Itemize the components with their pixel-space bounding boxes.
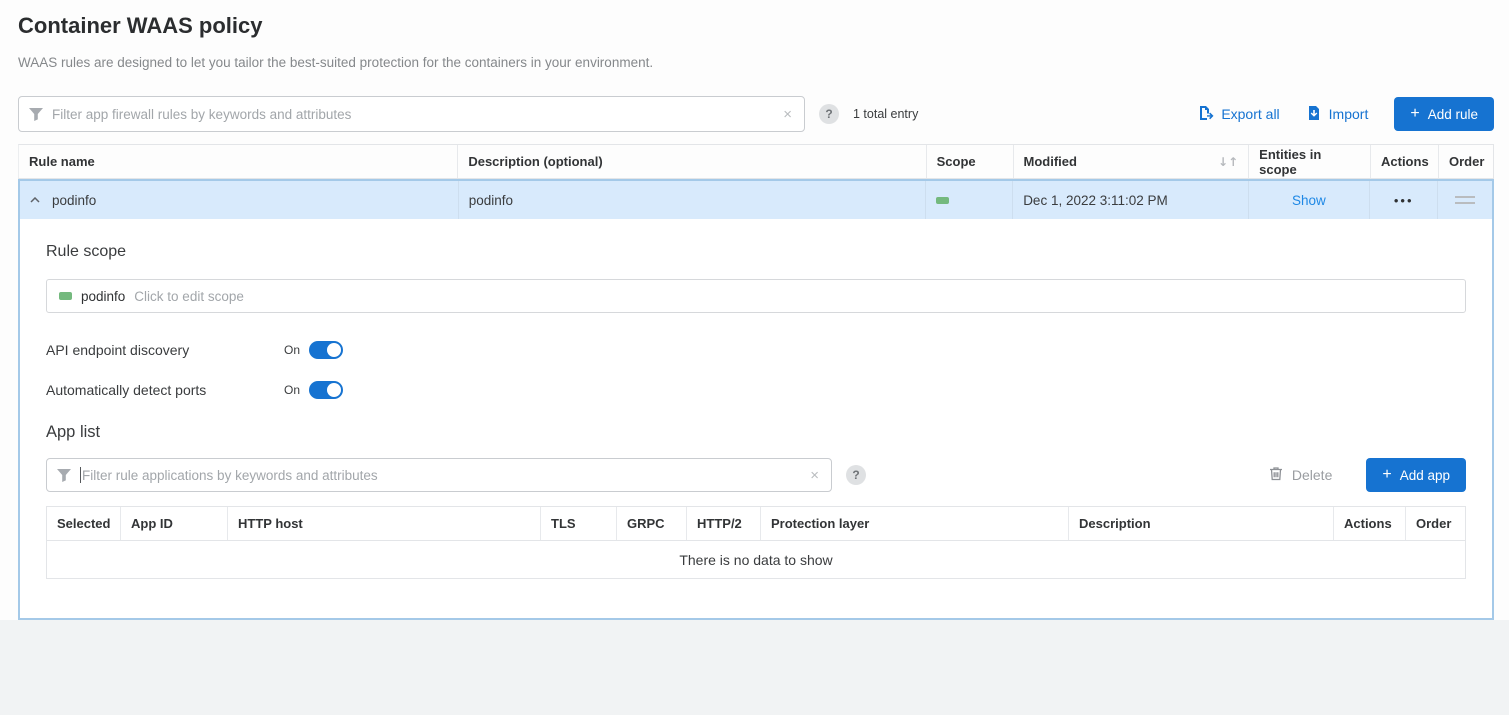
col-scope[interactable]: Scope [927, 145, 1014, 178]
trash-icon [1269, 466, 1283, 484]
rule-entities-cell: Show [1249, 181, 1371, 219]
filter-funnel-icon [57, 469, 71, 482]
show-entities-link[interactable]: Show [1292, 193, 1326, 208]
scope-edit-box[interactable]: podinfo Click to edit scope [46, 279, 1466, 313]
add-app-button[interactable]: + Add app [1366, 458, 1466, 492]
rule-scope-cell [926, 181, 1013, 219]
import-icon [1306, 105, 1322, 124]
rule-row-group: podinfo podinfo Dec 1, 2022 3:11:02 PM S… [18, 179, 1494, 620]
col-order: Order [1439, 145, 1493, 178]
col-actions: Actions [1371, 145, 1439, 178]
clear-filter-icon[interactable]: × [781, 106, 794, 123]
toggle-state-label: On [284, 343, 300, 357]
help-icon[interactable]: ? [846, 465, 866, 485]
toggle-state-label: On [284, 383, 300, 397]
app-list-toolbar: × ? Delete + Add app [46, 458, 1466, 492]
scope-edit-placeholder: Click to edit scope [134, 289, 244, 304]
app-list-heading: App list [46, 399, 1466, 442]
toggle-knob [327, 383, 341, 397]
col-http2: HTTP/2 [687, 507, 761, 540]
col-description[interactable]: Description (optional) [458, 145, 926, 178]
apps-table-header: Selected App ID HTTP host TLS GRPC HTTP/… [47, 507, 1465, 541]
rules-table: Rule name Description (optional) Scope M… [18, 144, 1494, 620]
col-grpc: GRPC [617, 507, 687, 540]
export-icon [1198, 105, 1214, 124]
rule-actions-cell: ••• [1370, 181, 1438, 219]
filter-funnel-icon [29, 108, 43, 121]
delete-app-button[interactable]: Delete [1269, 466, 1332, 484]
export-all-button[interactable]: Export all [1198, 105, 1279, 124]
toggle-knob [327, 343, 341, 357]
scope-value: podinfo [81, 289, 125, 304]
apps-table: Selected App ID HTTP host TLS GRPC HTTP/… [46, 506, 1466, 579]
rule-description-cell: podinfo [459, 181, 927, 219]
rule-name: podinfo [52, 193, 96, 208]
page-subtitle: WAAS rules are designed to let you tailo… [18, 55, 1494, 70]
api-endpoint-discovery-row: API endpoint discovery On [46, 341, 1466, 359]
rule-scope-heading: Rule scope [46, 219, 1466, 261]
drag-handle-icon[interactable] [1455, 196, 1475, 204]
import-button[interactable]: Import [1306, 105, 1369, 124]
plus-icon: + [1382, 467, 1391, 483]
add-rule-button[interactable]: + Add rule [1394, 97, 1494, 131]
col-selected: Selected [47, 507, 121, 540]
empty-table-message: There is no data to show [47, 541, 1465, 578]
rule-detail-panel: Rule scope podinfo Click to edit scope A… [20, 219, 1492, 618]
col-modified[interactable]: Modified ↓↑ [1014, 145, 1250, 178]
api-endpoint-discovery-toggle[interactable] [309, 341, 343, 359]
rules-toolbar: × ? 1 total entry Export all Import + Ad… [18, 96, 1494, 132]
api-endpoint-discovery-label: API endpoint discovery [46, 342, 284, 358]
clear-filter-icon[interactable]: × [808, 467, 821, 484]
col-rule-name[interactable]: Rule name [19, 145, 458, 178]
page-title: Container WAAS policy [18, 0, 1494, 40]
col-app-id: App ID [121, 507, 228, 540]
auto-detect-ports-toggle[interactable] [309, 381, 343, 399]
rule-name-cell[interactable]: podinfo [20, 181, 459, 219]
collapse-chevron-icon[interactable] [30, 197, 40, 203]
delete-label: Delete [1292, 467, 1332, 483]
col-entities-in-scope[interactable]: Entities in scope [1249, 145, 1371, 178]
col-protection-layer: Protection layer [761, 507, 1069, 540]
rules-filter-box[interactable]: × [18, 96, 805, 132]
col-app-order: Order [1406, 507, 1465, 540]
rules-filter-input[interactable] [52, 107, 781, 122]
rule-order-cell [1438, 181, 1492, 219]
import-label: Import [1329, 106, 1369, 122]
app-filter-box[interactable]: × [46, 458, 832, 492]
export-all-label: Export all [1221, 106, 1279, 122]
add-app-label: Add app [1400, 468, 1450, 483]
plus-icon: + [1410, 106, 1419, 122]
auto-detect-ports-label: Automatically detect ports [46, 382, 284, 398]
rules-table-header: Rule name Description (optional) Scope M… [18, 144, 1494, 179]
help-icon[interactable]: ? [819, 104, 839, 124]
col-app-actions: Actions [1334, 507, 1406, 540]
auto-detect-ports-row: Automatically detect ports On [46, 381, 1466, 399]
actions-menu-icon[interactable]: ••• [1394, 193, 1414, 208]
col-http-host: HTTP host [228, 507, 541, 540]
col-app-description: Description [1069, 507, 1334, 540]
main-content: Container WAAS policy WAAS rules are des… [0, 0, 1509, 620]
collection-scope-icon [59, 292, 72, 300]
add-rule-label: Add rule [1428, 107, 1478, 122]
total-entries-label: 1 total entry [853, 107, 918, 121]
text-cursor [80, 467, 81, 483]
rule-modified-cell: Dec 1, 2022 3:11:02 PM [1013, 181, 1248, 219]
col-tls: TLS [541, 507, 617, 540]
table-row-podinfo[interactable]: podinfo podinfo Dec 1, 2022 3:11:02 PM S… [20, 181, 1492, 219]
app-filter-input[interactable] [82, 468, 808, 483]
collection-scope-icon [936, 197, 949, 204]
sort-icon[interactable]: ↓↑ [1218, 155, 1238, 169]
